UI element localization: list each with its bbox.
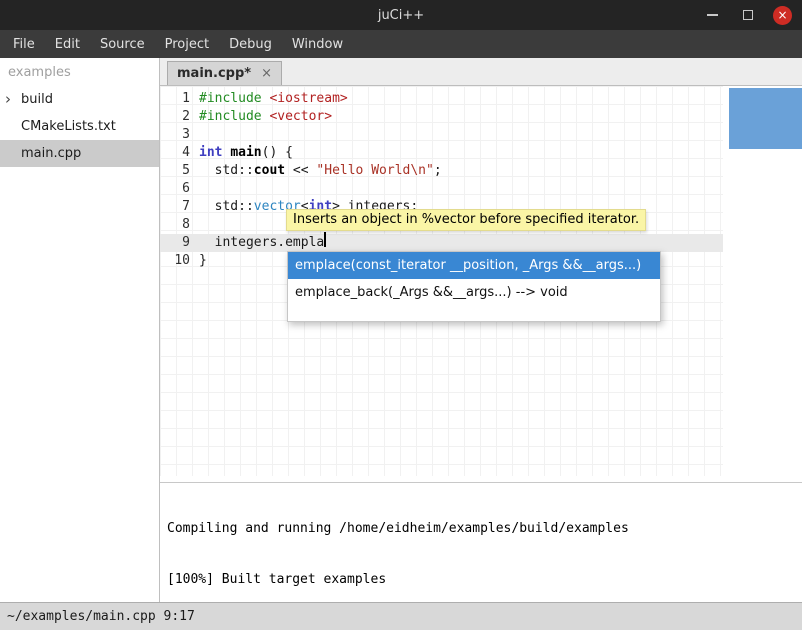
autocomplete-popup: emplace(const_iterator __position, _Args… [287, 251, 661, 322]
tabbar: main.cpp* × [160, 58, 802, 86]
file-tree-panel: examples › build CMakeLists.txt main.cpp [0, 58, 160, 602]
autocomplete-item-emplace-back[interactable]: emplace_back(_Args &&__args...) --> void [288, 279, 660, 306]
terminal-line: [100%] Built target examples [167, 571, 795, 588]
statusbar: ~/examples/main.cpp 9:17 [0, 602, 802, 630]
code-token: int [199, 144, 222, 162]
code-token: () { [262, 144, 293, 162]
line-number: 5 [160, 162, 199, 180]
menu-file[interactable]: File [3, 30, 45, 58]
menubar: File Edit Source Project Debug Window [0, 30, 802, 58]
code-line-current[interactable]: 9 integers.empla [160, 234, 723, 252]
code-line[interactable]: 1#include <iostream> [160, 90, 723, 108]
line-number: 7 [160, 198, 199, 216]
menu-project[interactable]: Project [155, 30, 219, 58]
project-root-label: examples [0, 58, 159, 86]
line-number: 6 [160, 180, 199, 198]
code-editor[interactable]: 1#include <iostream> 2#include <vector> … [160, 86, 802, 482]
chevron-right-icon[interactable]: › [0, 86, 21, 113]
app-window: juCi++ × File Edit Source Project Debug … [0, 0, 802, 630]
terminal-line: Compiling and running /home/eidheim/exam… [167, 520, 795, 537]
window-title: juCi++ [0, 0, 802, 30]
code-token: #include [199, 108, 262, 126]
minimize-icon [707, 14, 718, 16]
tree-item-build[interactable]: › build [0, 86, 159, 113]
code-line[interactable]: 4int main() { [160, 144, 723, 162]
code-line[interactable]: 6 [160, 180, 723, 198]
window-controls: × [703, 0, 792, 30]
maximize-icon [743, 10, 753, 20]
line-number: 10 [160, 252, 199, 270]
minimize-button[interactable] [703, 6, 722, 25]
code-line[interactable]: 5 std::cout << "Hello World\n"; [160, 162, 723, 180]
code-token: std:: [199, 198, 254, 216]
code-token: <vector> [269, 108, 332, 126]
close-icon: × [777, 8, 787, 22]
main-area: examples › build CMakeLists.txt main.cpp… [0, 58, 802, 602]
code-line[interactable]: 3 [160, 126, 723, 144]
code-line[interactable]: 2#include <vector> [160, 108, 723, 126]
tree-item-label: build [21, 92, 53, 107]
tab-label: main.cpp* [177, 66, 251, 81]
tab-close-icon[interactable]: × [261, 66, 272, 81]
tree-item-main-cpp[interactable]: main.cpp [0, 140, 159, 167]
line-number: 2 [160, 108, 199, 126]
line-number: 8 [160, 216, 199, 234]
close-button[interactable]: × [773, 6, 792, 25]
text-cursor [324, 232, 326, 247]
code-token: "Hello World\n" [316, 162, 433, 180]
editor-column: main.cpp* × 1#include <iostream> 2#inclu… [160, 58, 802, 602]
line-number: 4 [160, 144, 199, 162]
line-number: 9 [160, 234, 199, 252]
menu-edit[interactable]: Edit [45, 30, 90, 58]
code-token: main [230, 144, 261, 162]
code-token: <iostream> [269, 90, 347, 108]
code-lines: 1#include <iostream> 2#include <vector> … [160, 90, 723, 270]
tree-item-label: main.cpp [0, 146, 81, 161]
terminal-output[interactable]: Compiling and running /home/eidheim/exam… [160, 482, 802, 602]
tab-main-cpp[interactable]: main.cpp* × [167, 61, 282, 85]
menu-source[interactable]: Source [90, 30, 155, 58]
autocomplete-item-emplace[interactable]: emplace(const_iterator __position, _Args… [288, 252, 660, 279]
code-token: } [199, 252, 207, 270]
menu-window[interactable]: Window [282, 30, 353, 58]
code-token [262, 90, 270, 108]
tree-item-label: CMakeLists.txt [0, 119, 116, 134]
code-token: ; [434, 162, 442, 180]
code-token: std:: [199, 162, 254, 180]
code-token [222, 144, 230, 162]
tree-item-cmakelists[interactable]: CMakeLists.txt [0, 113, 159, 140]
titlebar[interactable]: juCi++ × [0, 0, 802, 30]
doc-tooltip: Inserts an object in %vector before spec… [286, 209, 646, 231]
code-token [262, 108, 270, 126]
maximize-button[interactable] [738, 6, 757, 25]
code-token: integers.empla [199, 234, 324, 252]
line-number: 3 [160, 126, 199, 144]
statusbar-file-position: ~/examples/main.cpp 9:17 [7, 609, 195, 624]
scrollbar-thumb[interactable] [729, 88, 802, 149]
code-token: << [285, 162, 316, 180]
code-token: #include [199, 90, 262, 108]
menu-debug[interactable]: Debug [219, 30, 282, 58]
line-number: 1 [160, 90, 199, 108]
code-token: cout [254, 162, 285, 180]
